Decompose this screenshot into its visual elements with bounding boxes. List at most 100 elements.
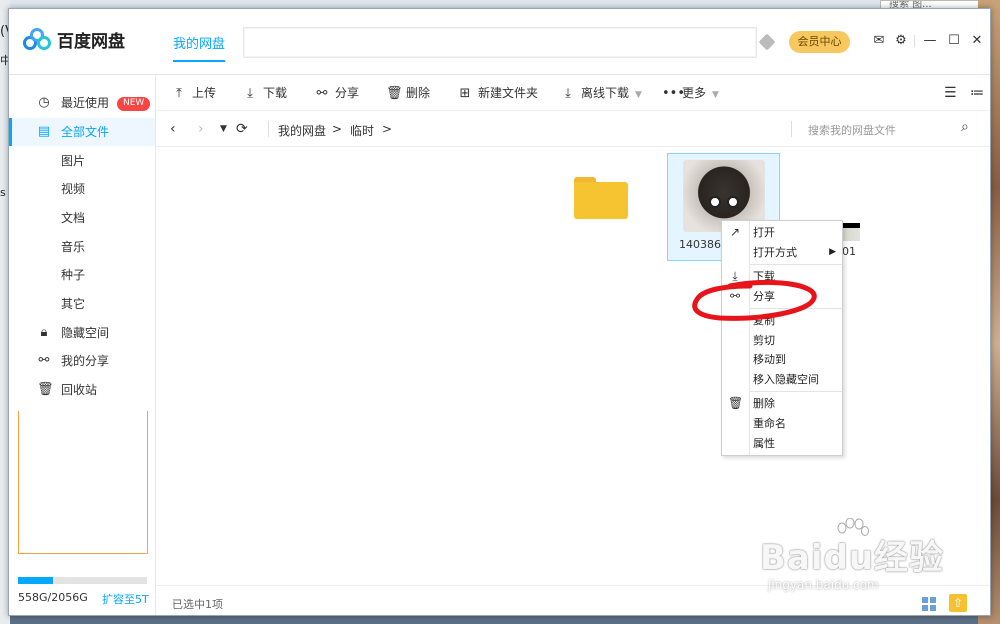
menu-item-copy[interactable]: 复制 bbox=[722, 311, 842, 330]
menu-item-properties[interactable]: 属性 bbox=[722, 434, 842, 453]
sidebar-item-videos[interactable]: 视频 bbox=[9, 175, 155, 203]
folder-item[interactable] bbox=[574, 177, 628, 219]
menu-item-label: 下载 bbox=[753, 270, 775, 283]
sidebar-item-images[interactable]: 图片 bbox=[9, 147, 155, 175]
upload-icon: ⤒ bbox=[176, 86, 182, 101]
file-name-2: 01 bbox=[842, 245, 856, 258]
menu-item-label: 重命名 bbox=[753, 417, 786, 430]
context-menu: ↗ 打开 打开方式 ▶ ⤓ 下载 ⚯ 分享 复制 剪切 移动到 移入隐藏空间 🗑︎ 删除 … bbox=[721, 220, 843, 456]
status-bar: 已选中1项 ⇧ bbox=[156, 585, 990, 615]
new-folder-label: 新建文件夹 bbox=[478, 86, 539, 100]
menu-item-label: 分享 bbox=[753, 290, 775, 303]
sidebar-item-label: 音乐 bbox=[61, 240, 86, 254]
sidebar-item-label: 文档 bbox=[61, 211, 86, 225]
sidebar-item-music[interactable]: 音乐 bbox=[9, 233, 155, 261]
history-dropdown-icon[interactable]: ▼ bbox=[220, 124, 227, 134]
sort-icon[interactable]: ☰ bbox=[944, 85, 957, 101]
breadcrumb-temp[interactable]: 临时 bbox=[350, 122, 374, 139]
menu-item-move-to-hidden[interactable]: 移入隐藏空间 bbox=[722, 370, 842, 389]
document-icon: ▤ bbox=[37, 124, 51, 139]
menu-divider bbox=[750, 391, 842, 392]
selection-status: 已选中1项 bbox=[172, 598, 223, 611]
more-button[interactable]: •••更多 ▼ bbox=[662, 85, 719, 101]
back-arrow-icon[interactable]: ‹ bbox=[170, 121, 176, 137]
gear-icon[interactable]: ⚙ bbox=[893, 33, 909, 49]
refresh-icon[interactable]: ⟳ bbox=[236, 121, 248, 137]
download-button[interactable]: ⤓ 下载 bbox=[243, 85, 287, 101]
sidebar-item-label: 我的分享 bbox=[61, 354, 110, 368]
maximize-icon[interactable]: ☐ bbox=[946, 33, 962, 49]
menu-item-cut[interactable]: 剪切 bbox=[722, 331, 842, 350]
grid-view-icon[interactable] bbox=[922, 597, 936, 611]
mail-icon[interactable]: ✉ bbox=[871, 33, 887, 49]
menu-item-share[interactable]: ⚯ 分享 bbox=[722, 287, 842, 306]
forward-arrow-icon[interactable]: › bbox=[198, 121, 204, 137]
menu-item-label: 属性 bbox=[753, 437, 775, 450]
menu-item-rename[interactable]: 重命名 bbox=[722, 414, 842, 433]
app-logo[interactable]: 百度网盘 bbox=[23, 27, 125, 52]
open-arrow-icon: ↗ bbox=[729, 225, 741, 239]
sidebar-item-my-shares[interactable]: ⚯ 我的分享 bbox=[9, 347, 155, 375]
upload-label: 上传 bbox=[192, 86, 217, 100]
sidebar-item-documents[interactable]: 文档 bbox=[9, 204, 155, 232]
app-header: 百度网盘 我的网盘 会员中心 ✉ ⚙ — ☐ ✕ bbox=[9, 9, 990, 75]
background-text-3: s bbox=[0, 186, 6, 199]
vip-center-button[interactable]: 会员中心 bbox=[789, 31, 850, 53]
offline-download-label: 离线下载 bbox=[581, 86, 630, 100]
menu-item-delete[interactable]: 🗑︎ 删除 bbox=[722, 394, 842, 413]
minimize-icon[interactable]: — bbox=[922, 33, 938, 49]
trash-icon: 🗑︎ bbox=[728, 396, 744, 410]
share-icon: ⚯ bbox=[316, 86, 328, 101]
transfer-icon[interactable]: ⇧ bbox=[949, 594, 967, 612]
sidebar-item-label: 图片 bbox=[61, 154, 86, 168]
tab-my-netdisk[interactable]: 我的网盘 bbox=[173, 33, 226, 62]
offline-download-button[interactable]: ⤓ 离线下载 ▼ bbox=[561, 85, 642, 101]
sidebar-item-others[interactable]: 其它 bbox=[9, 290, 155, 318]
sidebar-item-label: 回收站 bbox=[61, 383, 98, 397]
header-banner-area[interactable] bbox=[243, 27, 757, 58]
sidebar-item-recycle-bin[interactable]: 🗑︎ 回收站 bbox=[9, 376, 155, 404]
header-divider bbox=[914, 35, 915, 47]
sidebar-item-hidden-space[interactable]: 🔒︎ 隐藏空间 bbox=[9, 319, 155, 347]
share-button[interactable]: ⚯ 分享 bbox=[315, 85, 359, 101]
close-icon[interactable]: ✕ bbox=[969, 33, 985, 49]
offline-download-icon: ⤓ bbox=[565, 86, 571, 101]
delete-label: 删除 bbox=[406, 86, 431, 100]
menu-divider bbox=[750, 264, 842, 265]
menu-item-download[interactable]: ⤓ 下载 bbox=[722, 267, 842, 286]
search-input[interactable]: 搜索我的网盘文件 bbox=[808, 122, 896, 138]
download-icon: ⤓ bbox=[732, 269, 738, 283]
sidebar-item-torrents[interactable]: 种子 bbox=[9, 261, 155, 289]
breadcrumb-my-netdisk[interactable]: 我的网盘 bbox=[278, 122, 326, 139]
download-icon: ⤓ bbox=[247, 86, 253, 101]
new-folder-button[interactable]: ⊞ 新建文件夹 bbox=[458, 85, 538, 101]
list-view-icon[interactable]: ≔ bbox=[970, 85, 984, 101]
storage-quota-bar bbox=[18, 577, 147, 584]
submenu-arrow-icon: ▶ bbox=[829, 247, 836, 257]
delete-button[interactable]: 🗑︎ 删除 bbox=[386, 85, 430, 101]
sidebar-item-all-files[interactable]: ▤ 全部文件 bbox=[9, 118, 155, 146]
menu-item-label: 移动到 bbox=[753, 353, 786, 366]
baidu-netdisk-logo-icon bbox=[23, 27, 51, 52]
sidebar-item-recent[interactable]: ◷ 最近使用 NEW bbox=[9, 89, 155, 117]
file-grid: 1403869 01 bbox=[156, 147, 990, 585]
menu-item-label: 打开 bbox=[753, 226, 775, 239]
promo-panel[interactable] bbox=[18, 411, 148, 554]
menu-item-open[interactable]: ↗ 打开 bbox=[722, 223, 842, 242]
address-bar: ‹ › ▼ ⟳ 我的网盘 > 临时 > 搜索我的网盘文件 ⌕ bbox=[156, 111, 990, 147]
lock-icon: 🔒︎ bbox=[40, 325, 48, 340]
breadcrumb-separator: > bbox=[382, 122, 393, 136]
expand-storage-link[interactable]: 扩容至5T bbox=[102, 591, 149, 607]
storage-quota-fill bbox=[18, 577, 53, 584]
menu-item-move-to[interactable]: 移动到 bbox=[722, 350, 842, 369]
share-icon: ⚯ bbox=[38, 353, 50, 368]
folder-icon-body bbox=[574, 182, 628, 219]
upload-button[interactable]: ⤒ 上传 bbox=[172, 85, 216, 101]
download-label: 下载 bbox=[263, 86, 288, 100]
trash-icon: 🗑︎ bbox=[386, 86, 403, 101]
menu-item-open-with[interactable]: 打开方式 ▶ bbox=[722, 243, 842, 262]
caret-down-icon: ▼ bbox=[635, 90, 642, 100]
search-icon[interactable]: ⌕ bbox=[961, 119, 969, 135]
menu-divider bbox=[750, 308, 842, 309]
diamond-icon[interactable] bbox=[758, 33, 776, 51]
